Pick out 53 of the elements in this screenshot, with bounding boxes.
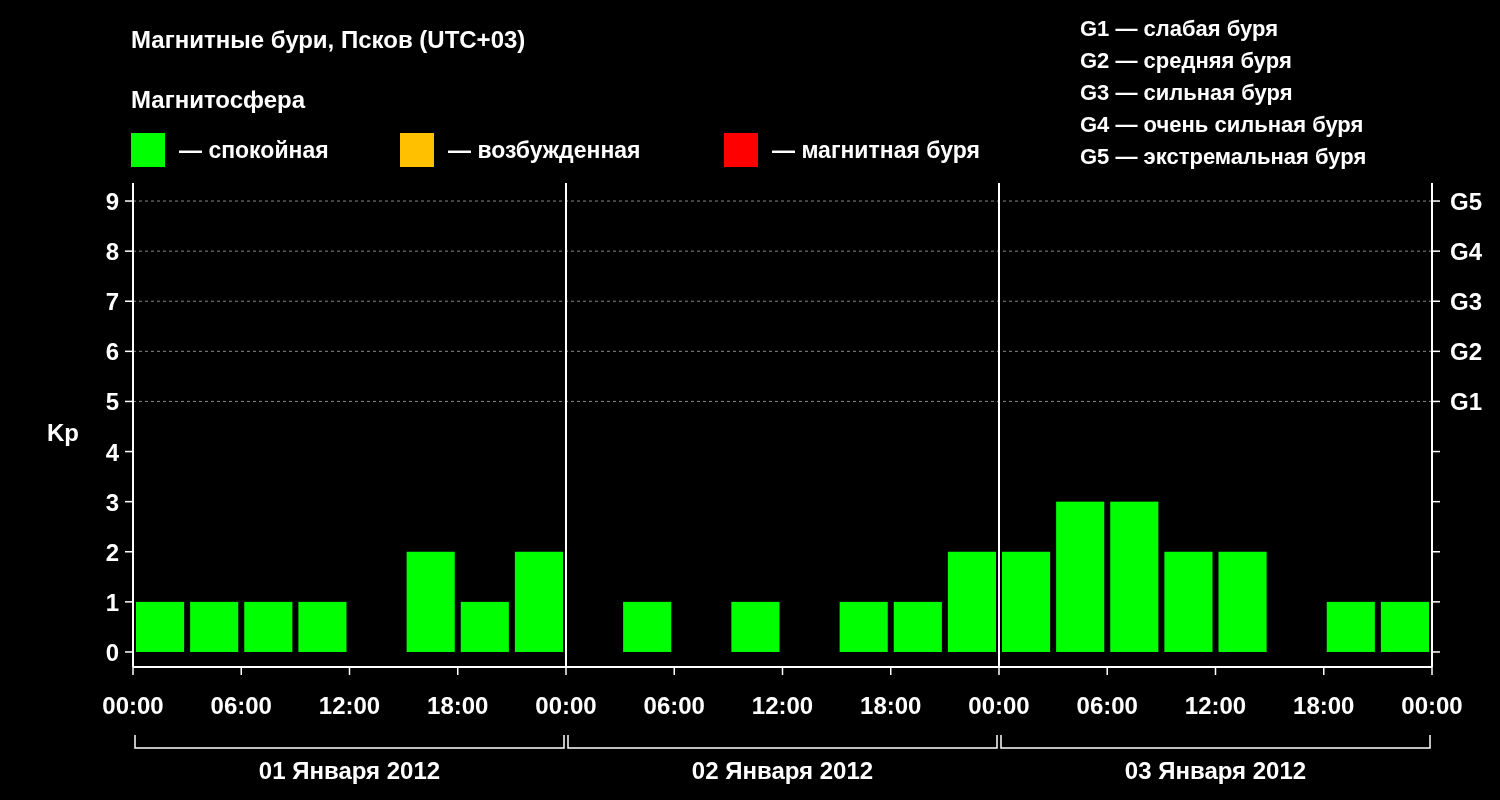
kp-bar: [136, 601, 185, 652]
legend-label: — спокойная: [179, 136, 329, 164]
storm-scale-label: G5: [1450, 188, 1482, 216]
kp-bar: [623, 601, 672, 652]
y-tick-label: 1: [105, 588, 119, 616]
x-tick-label: 18:00: [1293, 692, 1355, 719]
y-tick-label: 9: [105, 188, 119, 216]
chart-title: Магнитные бури, Псков (UTC+03): [131, 25, 527, 55]
storm-scale-label: G2: [1450, 338, 1482, 366]
storm-level-text: G3 — сильная буря: [1080, 79, 1294, 107]
x-tick-label: 06:00: [210, 692, 272, 719]
x-tick-label: 06:00: [1076, 692, 1138, 719]
y-tick-label: 3: [105, 488, 119, 516]
x-tick-label: 12:00: [318, 692, 381, 719]
legend-label: — возбужденная: [448, 136, 641, 164]
legend-label: — магнитная буря: [772, 136, 980, 164]
kp-bar: [1326, 601, 1375, 652]
day-label: 01 Января 2012: [258, 757, 441, 784]
x-tick-label: 06:00: [643, 692, 705, 719]
day-label: 03 Января 2012: [1124, 757, 1307, 784]
storm-scale-label: G1: [1450, 388, 1482, 416]
day-label: 02 Января 2012: [691, 757, 874, 784]
x-tick-label: 18:00: [427, 692, 489, 719]
y-tick-label: 6: [105, 338, 119, 366]
kp-bar: [731, 601, 780, 652]
x-tick-label: 00:00: [535, 692, 597, 719]
storm-scale-label: G4: [1450, 238, 1482, 266]
kp-bar: [893, 601, 942, 652]
storm-level-text: G4 — очень сильная буря: [1080, 111, 1365, 139]
y-axis-label: Kp: [47, 419, 79, 446]
x-tick-label: 18:00: [860, 692, 922, 719]
kp-bar: [298, 601, 347, 652]
kp-bar: [1380, 601, 1429, 652]
kp-bar: [460, 601, 509, 652]
storm-scale-label: G3: [1450, 288, 1482, 316]
y-tick-label: 7: [105, 288, 119, 316]
y-tick-label: 4: [105, 438, 119, 466]
x-tick-label: 00:00: [1401, 692, 1463, 719]
storm-level-text: G5 — экстремальная буря: [1080, 143, 1367, 171]
x-tick-label: 12:00: [751, 692, 814, 719]
x-tick-label: 00:00: [968, 692, 1030, 719]
x-tick-label: 12:00: [1184, 692, 1247, 719]
kp-bar: [190, 601, 239, 652]
kp-bar: [839, 601, 888, 652]
storm-level-text: G2 — средняя буря: [1080, 47, 1293, 75]
x-tick-label: 00:00: [102, 692, 164, 719]
y-tick-label: 8: [105, 238, 119, 266]
y-tick-label: 2: [105, 538, 119, 566]
y-tick-label: 0: [105, 638, 119, 666]
storm-level-text: G1 — слабая буря: [1080, 15, 1280, 43]
kp-bar: [244, 601, 293, 652]
legend-heading: Магнитосфера: [131, 85, 307, 115]
y-tick-label: 5: [105, 388, 119, 416]
